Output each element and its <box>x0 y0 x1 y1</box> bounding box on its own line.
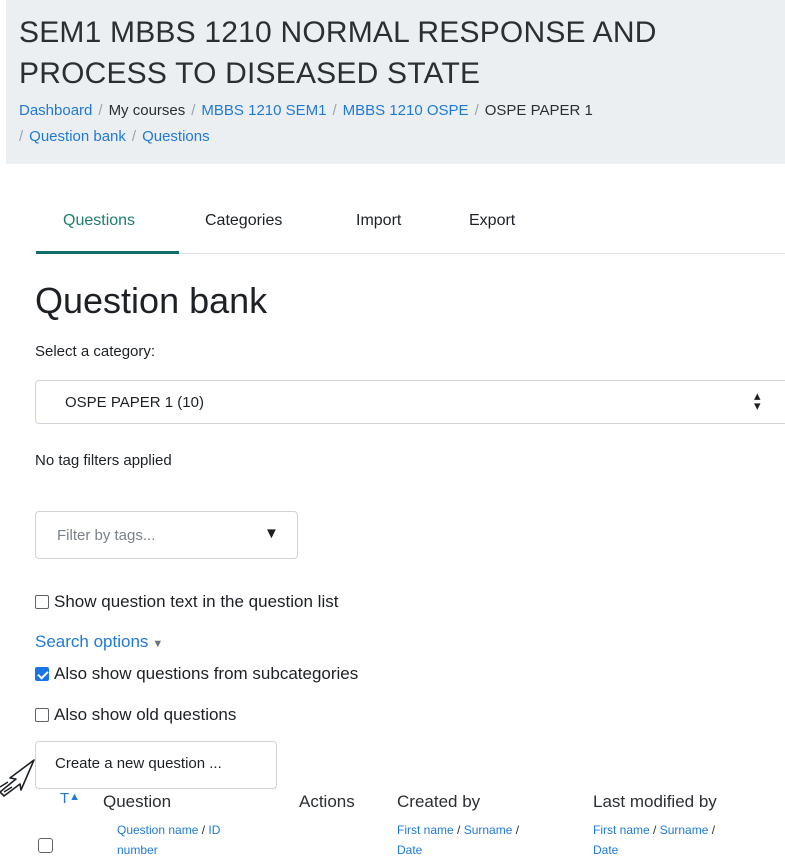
sort-modified-date[interactable]: Date <box>593 843 618 857</box>
subcategories-option[interactable]: Also show questions from subcategories <box>35 664 358 684</box>
question-bank-tabs: Questions Categories Import Export <box>36 200 785 254</box>
select-arrows-icon: ▴ ▾ <box>754 388 761 413</box>
breadcrumb-section[interactable]: MBBS 1210 OSPE <box>343 102 469 119</box>
breadcrumb-my-courses[interactable]: My courses <box>109 102 186 119</box>
category-select-label: Select a category: <box>35 343 156 360</box>
tag-filter-status: No tag filters applied <box>35 452 172 469</box>
tab-export[interactable]: Export <box>469 212 515 230</box>
sort-modified-first-name[interactable]: First name <box>593 823 650 837</box>
breadcrumb-questions[interactable]: Questions <box>142 128 210 145</box>
course-title: SEM1 MBBS 1210 NORMAL RESPONSE AND PROCE… <box>19 16 657 90</box>
last-modified-column-header: Last modified by <box>593 792 717 811</box>
search-options-toggle[interactable]: Search options ▼ <box>35 632 163 652</box>
tab-import[interactable]: Import <box>356 212 401 230</box>
actions-column-header: Actions <box>299 792 355 811</box>
question-column-header: Question <box>103 792 172 811</box>
old-questions-label: Also show old questions <box>54 705 237 724</box>
sort-question-name[interactable]: Question name <box>117 823 198 837</box>
type-column-label: T <box>60 790 70 807</box>
sort-question-id-number[interactable]: number <box>117 843 158 857</box>
select-all-checkbox[interactable] <box>38 838 53 853</box>
breadcrumb-course[interactable]: MBBS 1210 SEM1 <box>201 102 326 119</box>
sort-created-surname[interactable]: Surname <box>464 823 513 837</box>
created-sort-options: First name / Surname / Date <box>397 823 520 857</box>
created-by-column-header: Created by <box>397 792 481 811</box>
tab-questions[interactable]: Questions <box>63 212 135 230</box>
subcategories-checkbox[interactable] <box>35 667 49 681</box>
breadcrumb-dashboard[interactable]: Dashboard <box>19 102 92 119</box>
modified-sort-options: First name / Surname / Date <box>593 823 716 857</box>
page-header: SEM1 MBBS 1210 NORMAL RESPONSE AND PROCE… <box>6 0 785 164</box>
tab-categories[interactable]: Categories <box>205 212 282 230</box>
show-question-text-label: Show question text in the question list <box>54 592 339 611</box>
create-new-question-button[interactable]: Create a new question ... <box>35 741 277 789</box>
caret-down-icon: ▼ <box>152 638 164 650</box>
breadcrumb-separator: / <box>98 102 103 119</box>
show-question-text-checkbox[interactable] <box>35 595 49 609</box>
sort-created-date[interactable]: Date <box>397 843 422 857</box>
breadcrumb-separator: / <box>474 102 479 119</box>
old-questions-checkbox[interactable] <box>35 708 49 722</box>
dropdown-triangle-icon[interactable]: ▼ <box>264 525 279 542</box>
sort-ascending-icon: ▲ <box>69 791 81 803</box>
tag-filter-placeholder: Filter by tags... <box>57 527 156 544</box>
sort-question-id[interactable]: ID <box>208 823 220 837</box>
breadcrumb-separator: / <box>332 102 337 119</box>
breadcrumb-quiz[interactable]: OSPE PAPER 1 <box>485 102 593 119</box>
category-select[interactable]: OSPE PAPER 1 (10) ▴ ▾ <box>35 380 785 424</box>
tag-filter-input[interactable]: Filter by tags... ▼ <box>35 511 298 559</box>
hand-pointer-icon <box>0 759 35 797</box>
question-sort-options: Question name / ID number <box>117 823 221 857</box>
category-select-value: OSPE PAPER 1 (10) <box>65 394 204 411</box>
breadcrumb-separator: / <box>19 128 24 145</box>
show-question-text-option[interactable]: Show question text in the question list <box>35 592 338 612</box>
active-tab-indicator <box>36 251 179 254</box>
subcategories-label: Also show questions from subcategories <box>54 664 359 683</box>
page-title: Question bank <box>35 280 268 321</box>
type-sort-header[interactable]: T▲ <box>60 790 80 807</box>
breadcrumb-question-bank[interactable]: Question bank <box>29 128 126 145</box>
sort-modified-surname[interactable]: Surname <box>660 823 709 837</box>
search-options-label: Search options <box>35 632 149 651</box>
old-questions-option[interactable]: Also show old questions <box>35 705 236 725</box>
breadcrumb: Dashboard / My courses / MBBS 1210 SEM1 / MBBS… <box>19 98 759 150</box>
breadcrumb-separator: / <box>191 102 196 119</box>
breadcrumb-separator: / <box>131 128 137 145</box>
sort-created-first-name[interactable]: First name <box>397 823 454 837</box>
